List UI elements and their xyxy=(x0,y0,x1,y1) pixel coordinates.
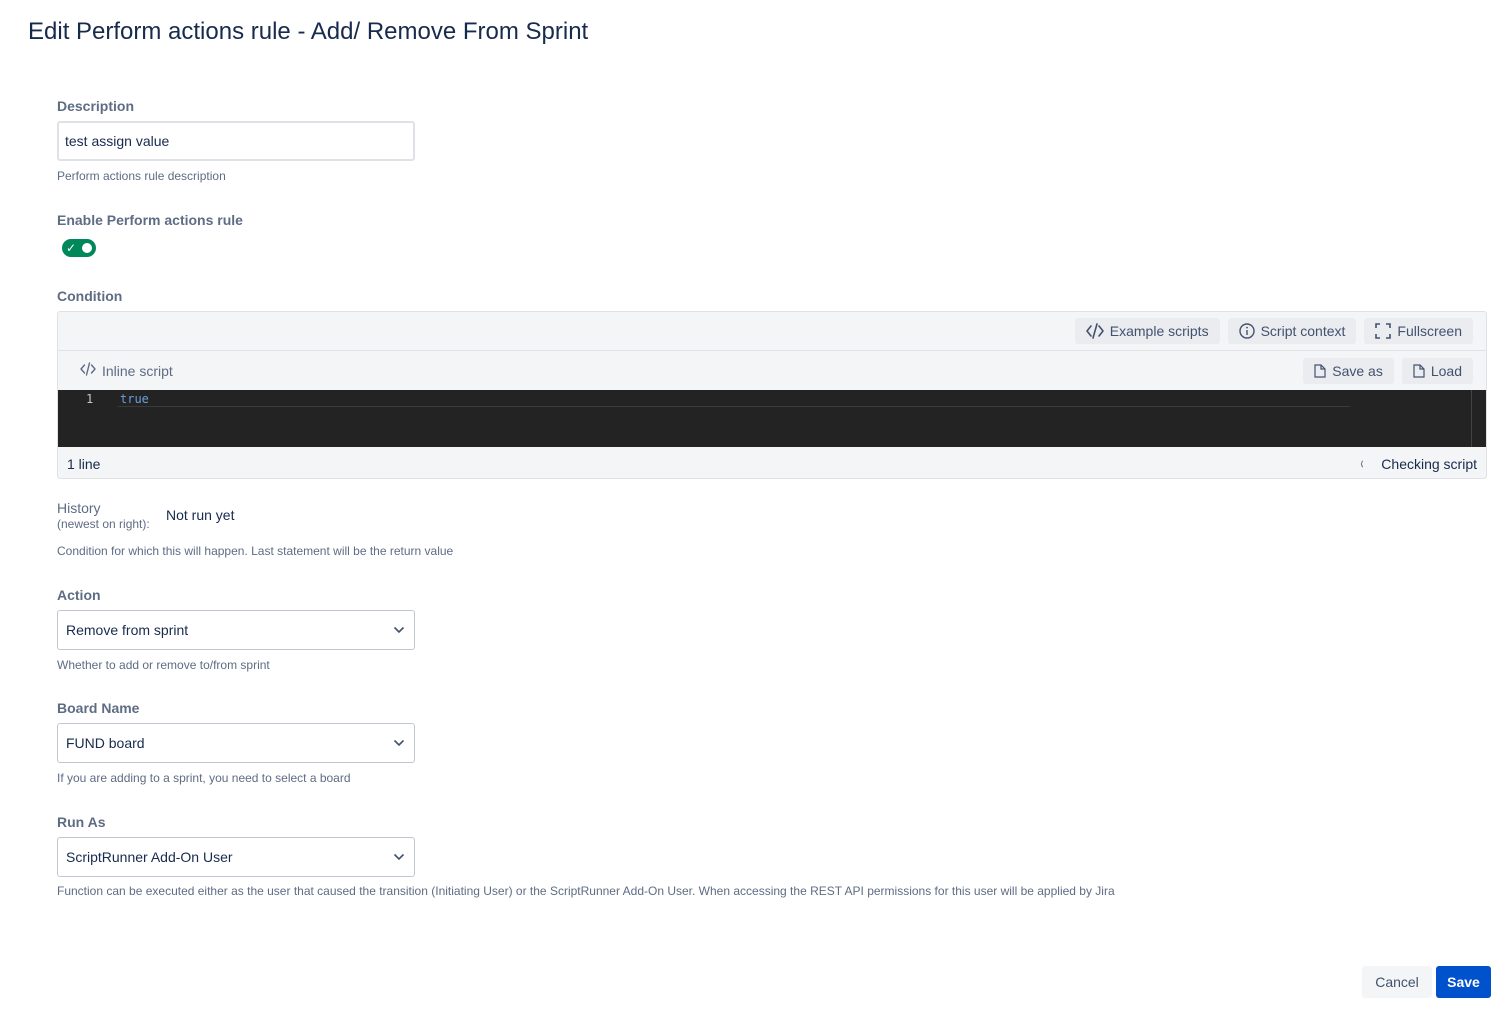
description-input[interactable]: test assign value xyxy=(57,121,415,161)
editor-toolbar: Example scripts Script context Fullscree… xyxy=(58,312,1486,351)
history-label: History xyxy=(57,500,101,516)
save-button[interactable]: Save xyxy=(1436,966,1491,998)
load-label: Load xyxy=(1430,362,1462,379)
fullscreen-label: Fullscreen xyxy=(1397,323,1462,339)
toggle-knob xyxy=(81,242,93,254)
description-label: Description xyxy=(57,98,135,114)
board-select[interactable]: FUND board xyxy=(57,723,415,763)
run-as-selected: ScriptRunner Add-On User xyxy=(66,849,233,865)
info-icon xyxy=(1238,323,1255,339)
fullscreen-icon xyxy=(1375,323,1392,339)
description-helper: Perform actions rule description xyxy=(57,169,226,183)
file-icon xyxy=(1314,363,1326,378)
code-icon xyxy=(1085,323,1104,339)
file-icon xyxy=(1413,363,1425,378)
board-selected: FUND board xyxy=(66,735,145,751)
checking-status: Checking script xyxy=(1381,455,1477,472)
enable-label: Enable Perform actions rule xyxy=(57,212,243,228)
action-select[interactable]: Remove from sprint xyxy=(57,610,415,650)
description-input-value: test assign value xyxy=(65,133,170,149)
cancel-button[interactable]: Cancel xyxy=(1362,966,1432,998)
save-as-label: Save as xyxy=(1332,362,1383,379)
example-scripts-button[interactable]: Example scripts xyxy=(1074,318,1220,344)
board-helper: If you are adding to a sprint, you need … xyxy=(57,771,351,785)
action-selected: Remove from sprint xyxy=(66,622,189,638)
condition-helper: Condition for which this will happen. La… xyxy=(57,544,454,558)
page-title: Edit Perform actions rule - Add/ Remove … xyxy=(28,18,589,45)
history-sublabel: (newest on right): xyxy=(57,517,150,531)
fullscreen-button[interactable]: Fullscreen xyxy=(1364,318,1473,344)
code-line: true xyxy=(120,392,149,406)
save-as-button[interactable]: Save as xyxy=(1303,357,1394,384)
editor-footer: 1 line Checking script xyxy=(58,447,1486,480)
chevron-down-icon xyxy=(392,850,406,864)
chevron-down-icon xyxy=(392,736,406,750)
action-helper: Whether to add or remove to/from sprint xyxy=(57,658,270,672)
inline-script-label: Inline script xyxy=(102,362,173,379)
editor-subbar: Inline script Save as Load xyxy=(58,351,1486,390)
code-editor[interactable]: 1 true xyxy=(58,390,1486,447)
action-label: Action xyxy=(57,587,101,603)
run-as-helper: Function can be executed either as the u… xyxy=(57,884,1115,898)
active-line-guide xyxy=(118,406,1350,407)
condition-label: Condition xyxy=(57,288,123,304)
enable-toggle[interactable]: ✓ xyxy=(62,239,96,257)
line-number: 1 xyxy=(86,392,94,406)
line-count: 1 line xyxy=(67,455,101,472)
board-label: Board Name xyxy=(57,700,140,716)
check-icon: ✓ xyxy=(66,241,77,255)
script-context-label: Script context xyxy=(1260,323,1346,339)
run-as-label: Run As xyxy=(57,814,106,830)
code-icon xyxy=(80,362,96,379)
editor-scrollbar[interactable] xyxy=(1471,390,1472,447)
script-context-button[interactable]: Script context xyxy=(1227,318,1357,344)
example-scripts-label: Example scripts xyxy=(1109,323,1209,339)
spinner-icon xyxy=(1361,458,1371,469)
script-editor: Example scripts Script context Fullscree… xyxy=(57,311,1487,479)
history-value: Not run yet xyxy=(166,507,235,523)
run-as-select[interactable]: ScriptRunner Add-On User xyxy=(57,837,415,877)
chevron-down-icon xyxy=(392,623,406,637)
load-button[interactable]: Load xyxy=(1401,357,1473,384)
